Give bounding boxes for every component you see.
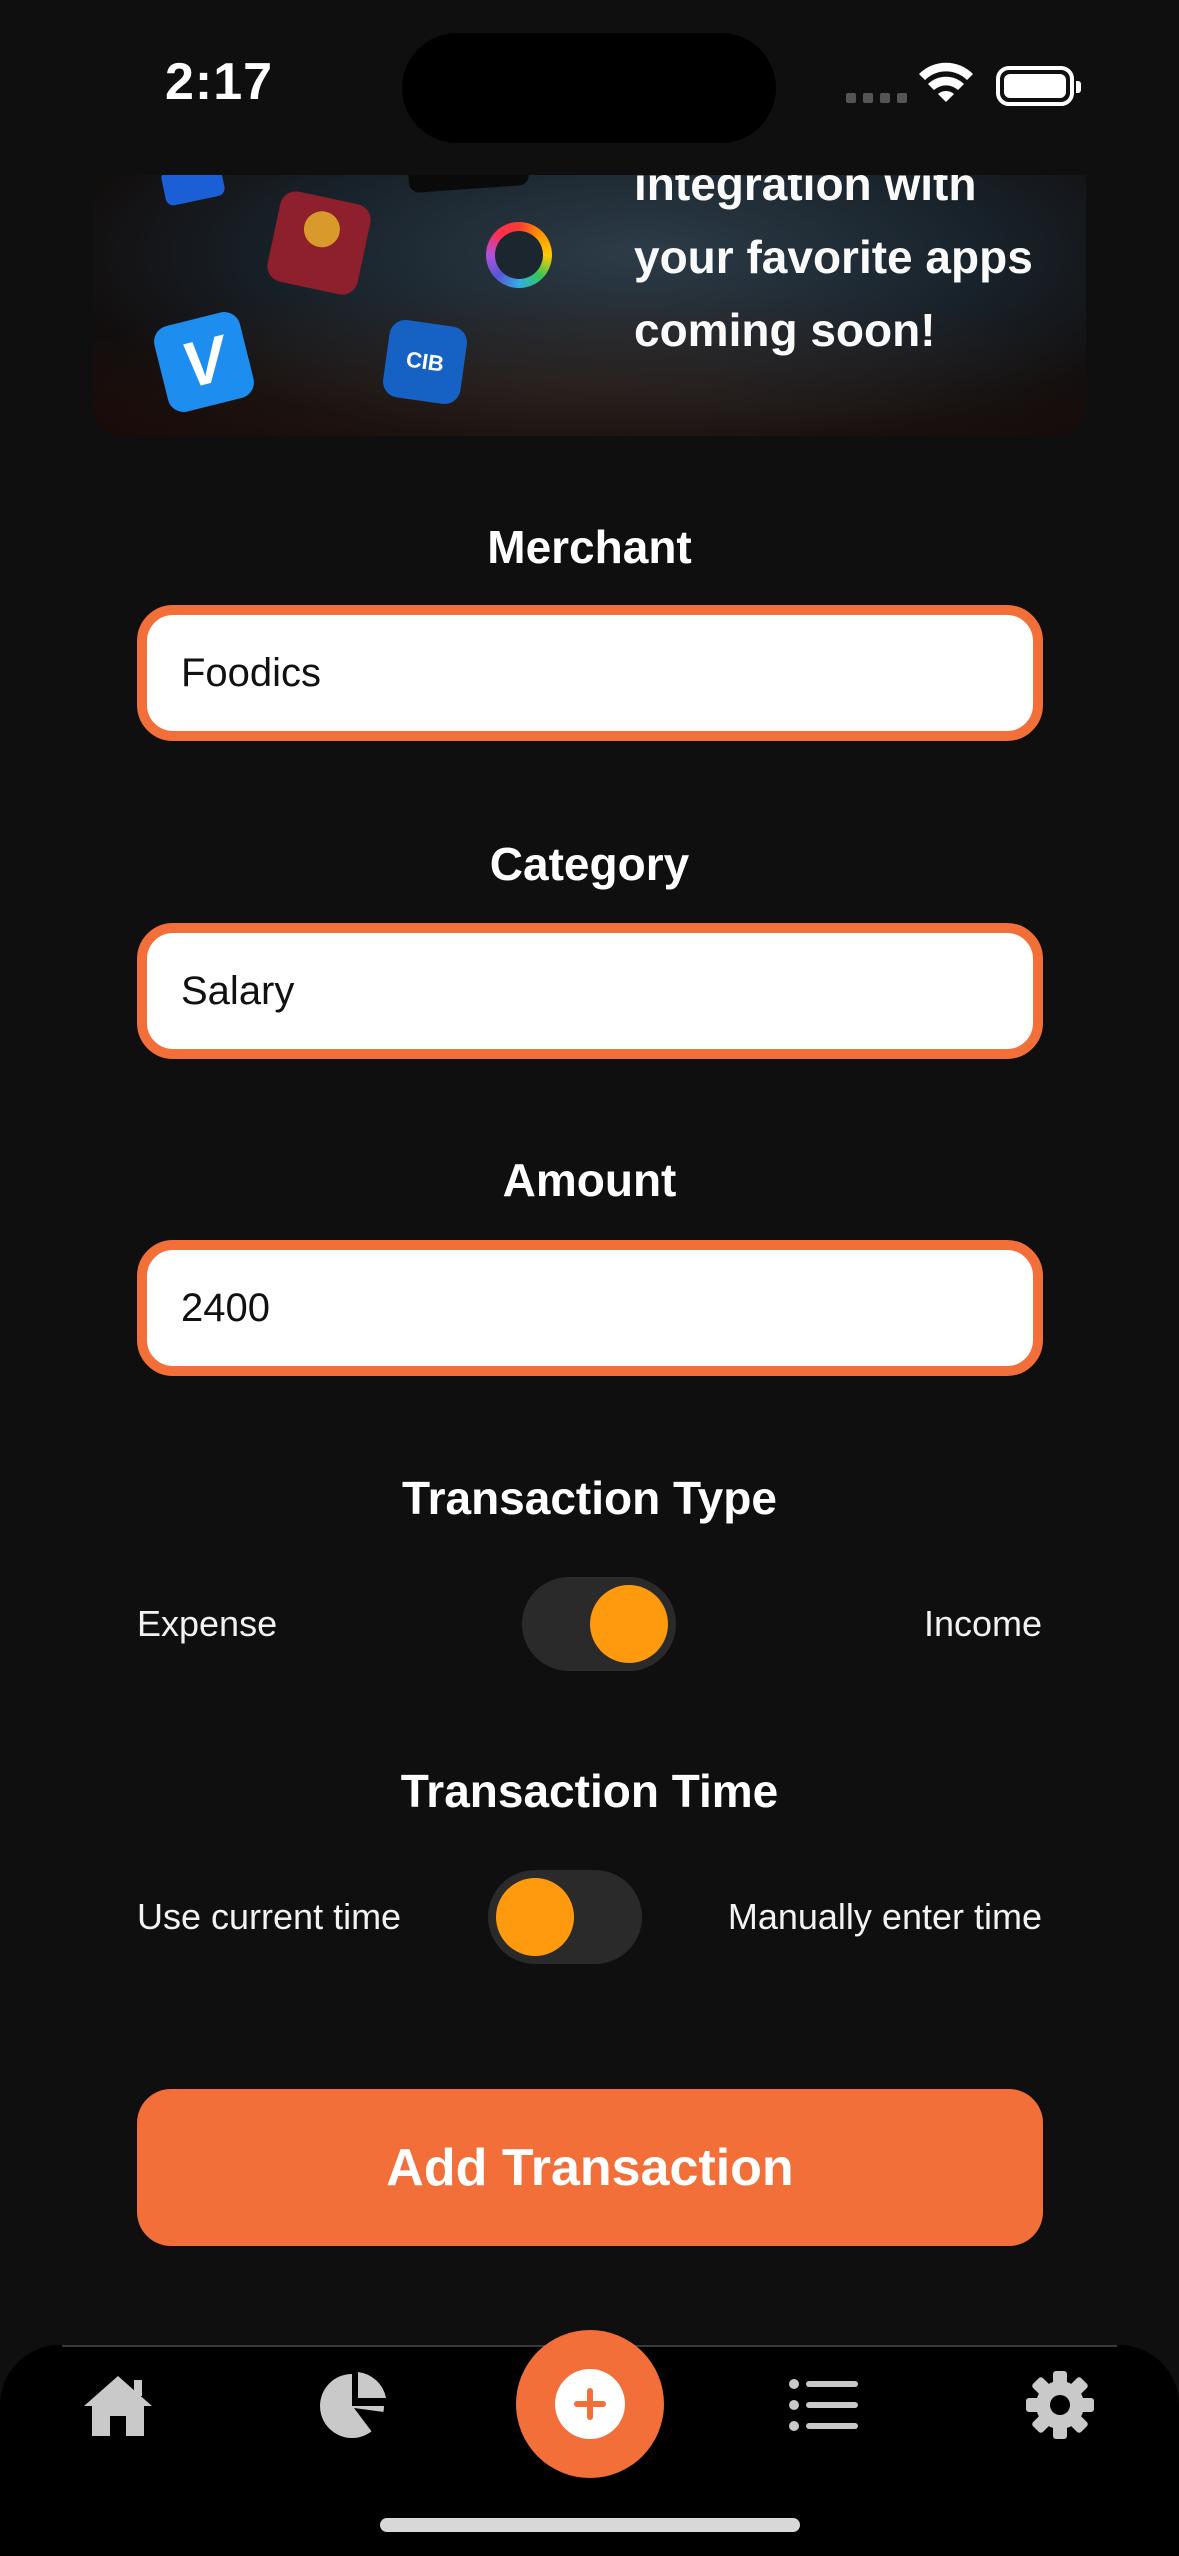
merchant-label: Merchant xyxy=(487,521,692,573)
integration-banner: V CIB integration with your favorite app… xyxy=(93,175,1086,436)
ring-icon xyxy=(486,222,552,288)
add-icon xyxy=(555,2369,625,2439)
manually-enter-time-label: Manually enter time xyxy=(727,1896,1042,1937)
toggle-knob xyxy=(496,1878,574,1956)
add-transaction-button[interactable]: Add Transaction xyxy=(137,2089,1043,2246)
pie-chart-icon[interactable] xyxy=(314,2370,394,2440)
category-label: Category xyxy=(489,838,690,890)
banner-line: coming soon! xyxy=(634,304,936,356)
banner-line: integration with xyxy=(634,175,977,210)
transaction-time-toggle[interactable] xyxy=(488,1870,642,1964)
wifi-icon xyxy=(919,62,973,102)
toggle-knob xyxy=(590,1585,668,1663)
battery-icon xyxy=(996,66,1081,106)
cib-icon: CIB xyxy=(380,317,470,407)
status-time: 2:17 xyxy=(165,53,274,111)
gear-icon[interactable] xyxy=(1020,2370,1100,2440)
paypal-icon xyxy=(159,175,227,207)
dynamic-island xyxy=(402,33,776,143)
merchant-input[interactable]: Foodics xyxy=(137,605,1043,741)
home-icon[interactable] xyxy=(78,2370,158,2440)
expense-label: Expense xyxy=(137,1603,278,1644)
banque-misr-icon xyxy=(264,188,374,298)
transaction-type-label: Transaction Type xyxy=(402,1472,777,1524)
use-current-time-label: Use current time xyxy=(137,1896,402,1937)
home-indicator xyxy=(380,2518,800,2532)
cellular-signal-icon xyxy=(846,93,907,103)
category-input[interactable]: Salary xyxy=(137,923,1043,1059)
transaction-time-label: Transaction Time xyxy=(400,1765,779,1817)
amount-input[interactable]: 2400 xyxy=(137,1240,1043,1376)
banner-text: integration with your favorite apps comi… xyxy=(634,175,1074,367)
list-icon[interactable] xyxy=(784,2370,864,2440)
banner-line: your favorite apps xyxy=(634,231,1033,283)
transaction-type-toggle[interactable] xyxy=(522,1577,676,1671)
app-badge-icon xyxy=(406,175,530,194)
income-label: Income xyxy=(923,1603,1042,1644)
amount-label: Amount xyxy=(502,1154,677,1206)
add-transaction-tab-button[interactable] xyxy=(516,2330,664,2478)
status-bar: 2:17 xyxy=(0,0,1179,175)
